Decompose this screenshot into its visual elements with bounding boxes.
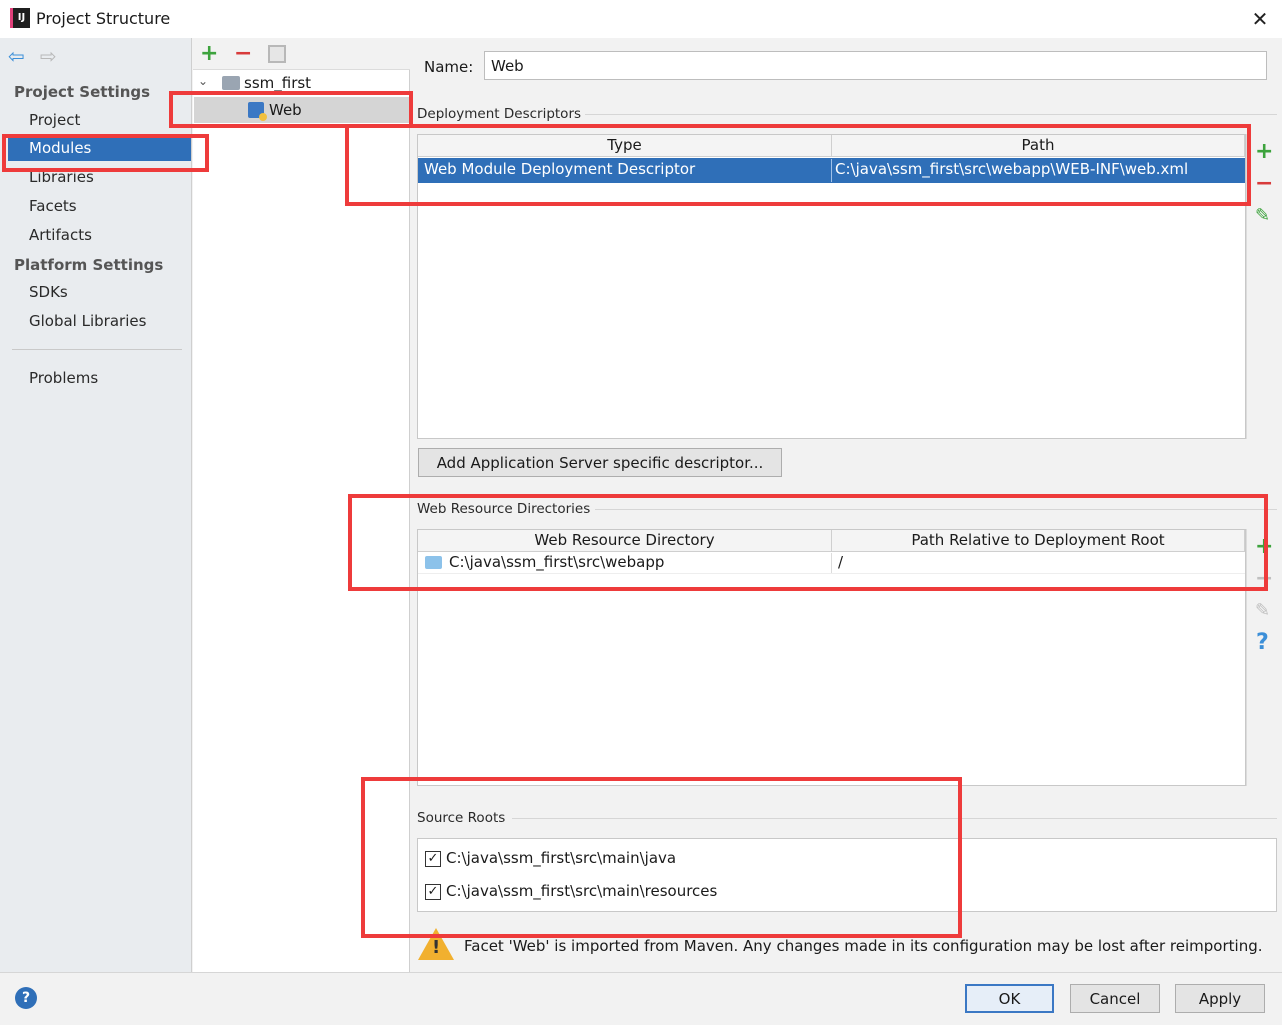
web-facet-icon	[248, 102, 267, 121]
sidebar-item-global-libraries[interactable]: Global Libraries	[0, 308, 191, 334]
column-header-path[interactable]: Path	[832, 135, 1245, 157]
maven-import-warning: Facet 'Web' is imported from Maven. Any …	[464, 937, 1263, 955]
sidebar-item-project[interactable]: Project	[0, 107, 191, 133]
remove-module-icon[interactable]: −	[234, 43, 252, 65]
add-module-icon[interactable]: +	[200, 43, 218, 65]
cancel-button[interactable]: Cancel	[1070, 984, 1160, 1013]
chevron-down-icon[interactable]: ⌄	[198, 74, 208, 88]
web-resource-directories-title: Web Resource Directories	[417, 501, 591, 517]
deployment-descriptors-title: Deployment Descriptors	[417, 106, 582, 122]
source-root-resources-label: C:\java\ssm_first\src\main\resources	[446, 882, 718, 900]
source-roots-title: Source Roots	[417, 810, 506, 826]
help-icon[interactable]: ?	[1256, 632, 1269, 654]
tree-item-ssm-first[interactable]: ssm_first	[244, 74, 311, 92]
window-title: Project Structure	[36, 9, 171, 28]
edit-descriptor-icon[interactable]: ✎	[1255, 205, 1270, 227]
apply-button[interactable]: Apply	[1175, 984, 1265, 1013]
name-label: Name:	[424, 58, 474, 76]
edit-web-resource-icon[interactable]: ✎	[1255, 600, 1270, 622]
forward-arrow-icon[interactable]: ⇨	[40, 46, 57, 66]
sidebar-item-facets[interactable]: Facets	[0, 193, 191, 219]
sidebar-divider	[12, 349, 182, 350]
app-logo-icon: IJ	[10, 8, 30, 28]
remove-web-resource-icon[interactable]: −	[1255, 568, 1273, 590]
warning-icon: !	[418, 928, 454, 960]
module-tree	[193, 38, 410, 972]
help-button[interactable]: ?	[15, 987, 37, 1009]
title-bar	[0, 0, 1282, 38]
module-tree-toolbar	[193, 38, 410, 70]
descriptor-type-cell: Web Module Deployment Descriptor	[424, 160, 696, 178]
source-root-java-label: C:\java\ssm_first\src\main\java	[446, 849, 677, 867]
name-input[interactable]	[484, 51, 1267, 80]
copy-module-icon[interactable]	[268, 45, 286, 63]
web-resource-directory-cell: C:\java\ssm_first\src\webapp	[449, 553, 665, 571]
relative-path-cell: /	[838, 553, 844, 571]
project-settings-heading: Project Settings	[14, 83, 151, 101]
sidebar-item-artifacts[interactable]: Artifacts	[0, 222, 191, 248]
source-root-checkbox-java[interactable]: ✓	[425, 851, 441, 867]
sidebar-item-libraries[interactable]: Libraries	[0, 164, 191, 190]
tree-item-web[interactable]: Web	[269, 101, 302, 119]
folder-icon	[425, 556, 442, 569]
sidebar-item-problems[interactable]: Problems	[0, 365, 191, 391]
add-web-resource-icon[interactable]: +	[1255, 536, 1273, 558]
column-header-relative-path[interactable]: Path Relative to Deployment Root	[832, 530, 1245, 552]
add-descriptor-icon[interactable]: +	[1255, 141, 1273, 163]
module-folder-icon	[222, 76, 240, 90]
column-header-type[interactable]: Type	[418, 135, 832, 157]
column-header-web-resource-directory[interactable]: Web Resource Directory	[418, 530, 832, 552]
web-resource-divider	[595, 509, 1277, 510]
close-icon[interactable]: ✕	[1248, 6, 1272, 32]
sidebar-item-modules[interactable]: Modules	[8, 135, 191, 161]
add-server-descriptor-button[interactable]: Add Application Server specific descript…	[418, 448, 782, 477]
descriptor-path-cell: C:\java\ssm_first\src\webapp\WEB-INF\web…	[835, 160, 1189, 178]
source-root-checkbox-resources[interactable]: ✓	[425, 884, 441, 900]
remove-descriptor-icon[interactable]: −	[1255, 173, 1273, 195]
ok-button[interactable]: OK	[965, 984, 1054, 1013]
sidebar-item-sdks[interactable]: SDKs	[0, 279, 191, 305]
platform-settings-heading: Platform Settings	[14, 256, 164, 274]
source-roots-divider	[512, 818, 1277, 819]
warning-mark: !	[432, 937, 441, 958]
back-arrow-icon[interactable]: ⇦	[8, 46, 25, 66]
deployment-descriptors-divider	[585, 114, 1277, 115]
